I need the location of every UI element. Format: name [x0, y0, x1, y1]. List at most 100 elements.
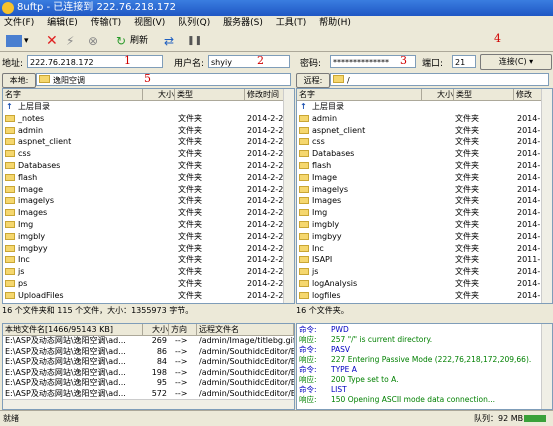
- file-row[interactable]: Images 文件夹 2014-2-23: [3, 207, 294, 219]
- file-row[interactable]: imagelys 文件夹 2014-2-23: [3, 195, 294, 207]
- file-type: 文件夹: [455, 160, 479, 170]
- col-direction[interactable]: 方向: [169, 324, 197, 335]
- menu-server[interactable]: 服务器(S): [223, 18, 263, 28]
- menu-edit[interactable]: 编辑(E): [47, 18, 78, 28]
- folder-icon: [5, 232, 15, 240]
- menu-file[interactable]: 文件(F): [4, 18, 34, 28]
- menu-tools[interactable]: 工具(T): [276, 18, 307, 28]
- file-row[interactable]: aspnet_client 文件夹 2014-: [297, 125, 552, 137]
- file-row[interactable]: Image 文件夹 2014-: [297, 172, 552, 184]
- file-row[interactable]: _notes 文件夹 2014-2-25: [3, 113, 294, 125]
- local-vscroll[interactable]: [283, 89, 294, 303]
- file-name: Images: [312, 196, 342, 206]
- file-row[interactable]: aspnet_client 文件夹 2014-2-23: [3, 136, 294, 148]
- col-size[interactable]: 大小: [422, 89, 454, 100]
- stop-icon[interactable]: ⊗: [88, 33, 98, 49]
- file-row[interactable]: Image 文件夹 2014-2-25: [3, 184, 294, 196]
- up-directory[interactable]: ↑ 上层目录: [297, 101, 552, 113]
- col-local-file[interactable]: 本地文件名[1466/95143 KB]: [3, 324, 143, 335]
- menu-queue[interactable]: 队列(Q): [178, 18, 210, 28]
- local-file-list[interactable]: 名字 大小 类型 修改时间 ↑ 上层目录 _notes 文件夹 2014-2-25 ad…: [2, 88, 295, 304]
- disconnect-icon[interactable]: ✕: [46, 33, 58, 49]
- lightning-icon[interactable]: ⚡: [66, 33, 74, 49]
- log-vscroll[interactable]: [541, 324, 552, 409]
- remote-header: 名字 大小 类型 修改: [297, 89, 552, 101]
- file-row[interactable]: Inc 文件夹 2014-2-23: [3, 254, 294, 266]
- file-row[interactable]: imagelys 文件夹 2014-: [297, 184, 552, 196]
- local-path-input[interactable]: 逸阳空调: [36, 73, 291, 86]
- address-input[interactable]: 222.76.218.172: [27, 55, 163, 68]
- menu-transfer[interactable]: 传输(T): [91, 18, 122, 28]
- queue-row[interactable]: E:\ASP及动态网站\逸阳空调\ad... 84 --> /admin/Southi…: [3, 357, 294, 368]
- col-type[interactable]: 类型: [454, 89, 514, 100]
- file-row[interactable]: flash 文件夹 2014-2-23: [3, 172, 294, 184]
- file-row[interactable]: Img 文件夹 2014-: [297, 207, 552, 219]
- local-path-text: 逸阳空调: [53, 76, 85, 85]
- menu-view[interactable]: 视图(V): [134, 18, 165, 28]
- transfer-icon[interactable]: ⇄: [164, 33, 174, 49]
- file-row[interactable]: admin 文件夹 2014-: [297, 113, 552, 125]
- queue-row[interactable]: E:\ASP及动态网站\逸阳空调\ad... 95 --> /admin/Southi…: [3, 378, 294, 389]
- file-row[interactable]: Databases 文件夹 2014-2-23: [3, 160, 294, 172]
- file-row[interactable]: css 文件夹 2014-2-23: [3, 148, 294, 160]
- remote-path-text: /: [347, 76, 350, 85]
- folder-icon: [333, 75, 344, 83]
- file-row[interactable]: Images 文件夹 2014-: [297, 195, 552, 207]
- queue-row[interactable]: E:\ASP及动态网站\逸阳空调\ad... 572 --> /admin/South…: [3, 389, 294, 400]
- queue-direction: -->: [175, 388, 188, 398]
- site-manager-icon[interactable]: [6, 35, 22, 47]
- file-row[interactable]: imgbyy 文件夹 2014-2-23: [3, 243, 294, 255]
- folder-icon: [5, 161, 15, 169]
- file-name: admin: [312, 113, 338, 123]
- file-row[interactable]: flash 文件夹 2014-: [297, 160, 552, 172]
- status-text: 就绪: [3, 414, 19, 423]
- col-size[interactable]: 大小: [143, 324, 169, 335]
- log-kind: 命令:: [299, 325, 317, 334]
- folder-icon: [5, 126, 15, 134]
- file-row[interactable]: css 文件夹 2014-: [297, 136, 552, 148]
- file-name: logAnalysis: [312, 278, 358, 288]
- transfer-queue[interactable]: 本地文件名[1466/95143 KB] 大小 方向 远程文件名 E:\ASP及…: [2, 323, 295, 410]
- menu-help[interactable]: 帮助(H): [319, 18, 351, 28]
- queue-row[interactable]: E:\ASP及动态网站\逸阳空调\ad... 269 --> /admin/Image…: [3, 336, 294, 347]
- file-row[interactable]: imgbly 文件夹 2014-: [297, 219, 552, 231]
- app-icon: [2, 2, 14, 14]
- file-row[interactable]: logAnalysis 文件夹 2014-: [297, 278, 552, 290]
- remote-file-list[interactable]: 名字 大小 类型 修改 ↑ 上层目录 admin 文件夹 2014- aspnet_cl…: [296, 88, 553, 304]
- file-row[interactable]: imgbly 文件夹 2014-2-23: [3, 231, 294, 243]
- col-date[interactable]: 修改时间: [245, 89, 285, 100]
- folder-icon: [5, 220, 15, 228]
- file-row[interactable]: Inc 文件夹 2014-: [297, 243, 552, 255]
- file-row[interactable]: ps 文件夹 2014-2-23: [3, 278, 294, 290]
- file-type: 文件夹: [455, 267, 479, 277]
- refresh-icon[interactable]: ↻: [116, 33, 126, 49]
- folder-icon: [5, 185, 15, 193]
- col-name[interactable]: 名字: [3, 89, 143, 100]
- file-row[interactable]: UploadFiles 文件夹 2014-2-25: [3, 290, 294, 302]
- refresh-button[interactable]: 刷新: [130, 33, 148, 49]
- queue-row[interactable]: E:\ASP及动态网站\逸阳空调\ad... 86 --> /admin/Southi…: [3, 347, 294, 358]
- file-row[interactable]: js 文件夹 2014-2-23: [3, 266, 294, 278]
- queue-row[interactable]: E:\ASP及动态网站\逸阳空调\ad... 198 --> /admin/South…: [3, 368, 294, 379]
- file-row[interactable]: js 文件夹 2014-: [297, 266, 552, 278]
- remote-path-input[interactable]: /: [330, 73, 549, 86]
- queue-local-file: E:\ASP及动态网站\逸阳空调\ad...: [5, 346, 126, 356]
- up-directory[interactable]: ↑ 上层目录: [3, 101, 294, 113]
- queue-hscroll[interactable]: [3, 399, 294, 409]
- file-row[interactable]: Databases 文件夹 2014-: [297, 148, 552, 160]
- col-remote-file[interactable]: 远程文件名: [197, 324, 294, 335]
- col-size[interactable]: 大小: [143, 89, 175, 100]
- file-row[interactable]: logfiles 文件夹 2014-: [297, 290, 552, 302]
- file-row[interactable]: Img 文件夹 2014-2-23: [3, 219, 294, 231]
- file-row[interactable]: admin 文件夹 2014-2-23: [3, 125, 294, 137]
- user-input[interactable]: shyiy: [208, 55, 290, 68]
- remote-vscroll[interactable]: [541, 89, 552, 303]
- port-input[interactable]: 21: [452, 55, 476, 68]
- pause-icon[interactable]: ❚❚: [187, 33, 202, 49]
- file-row[interactable]: ISAPI 文件夹 2011-: [297, 254, 552, 266]
- connect-button[interactable]: 连接(C) ▾: [480, 54, 552, 70]
- file-row[interactable]: imgbyy 文件夹 2014-: [297, 231, 552, 243]
- col-type[interactable]: 类型: [175, 89, 245, 100]
- dropdown-arrow-icon[interactable]: ▾: [24, 33, 29, 49]
- col-name[interactable]: 名字: [297, 89, 422, 100]
